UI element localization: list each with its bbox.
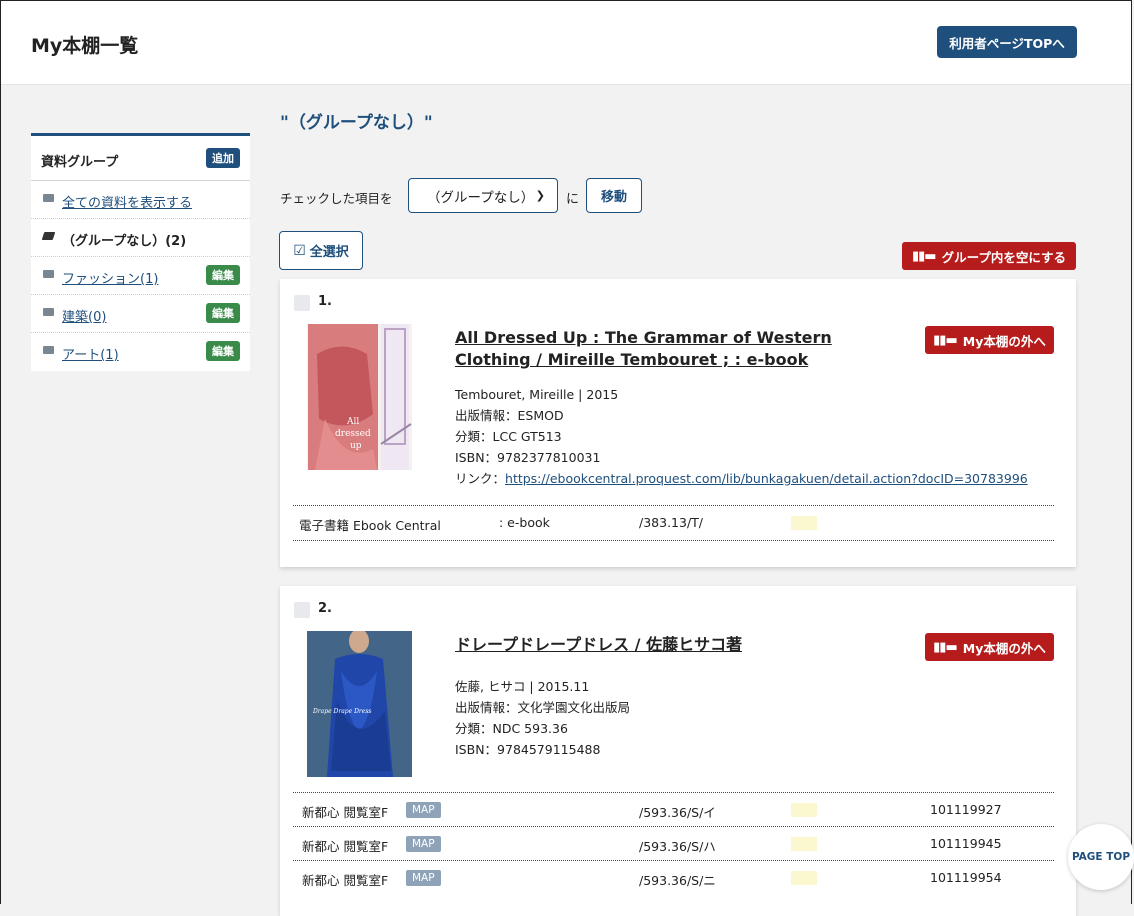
holding-status xyxy=(791,871,817,885)
holding-location: 新都心 閲覧室F xyxy=(302,839,389,854)
svg-text:Drape Drape Dress: Drape Drape Dress xyxy=(312,708,372,715)
link-prefix: リンク： xyxy=(455,471,506,486)
book-checkbox[interactable] xyxy=(294,295,310,311)
group-select[interactable]: （グループなし） ❯ xyxy=(408,178,558,213)
select-all-button[interactable]: ☑ 全選択 xyxy=(279,231,363,270)
sidebar-item-architecture[interactable]: 建築(0) 編集 xyxy=(31,295,250,333)
remove-label: My本棚の外へ xyxy=(962,640,1046,656)
holding-id: 101119945 xyxy=(930,836,1002,851)
book-classification: 分類：NDC 593.36 xyxy=(455,721,568,736)
book-title-link[interactable]: ドレープドレープドレス / 佐藤ヒサコ著 xyxy=(455,634,895,656)
book-link-row: リンク：https://ebookcentral.proquest.com/li… xyxy=(455,468,1028,489)
edit-group-button[interactable]: 編集 xyxy=(206,303,240,323)
add-group-button[interactable]: 追加 xyxy=(206,148,240,168)
folder-icon xyxy=(43,308,54,316)
move-button[interactable]: 移動 xyxy=(586,178,642,213)
group-title: "（グループなし）" xyxy=(280,113,433,133)
holding-status xyxy=(791,837,817,851)
holding-id: 101119954 xyxy=(930,870,1002,885)
book-classification: 分類：LCC GT513 xyxy=(455,429,562,444)
svg-text:dressed: dressed xyxy=(335,429,371,439)
book-cover-image: Drape Drape Dress xyxy=(307,631,412,777)
user-top-button[interactable]: 利用者ページTOPへ xyxy=(937,26,1077,58)
holding-status xyxy=(791,516,817,530)
holding-id: 101119927 xyxy=(930,802,1002,817)
holding-location: 新都心 閲覧室F xyxy=(302,873,389,888)
checkbox-icon: ☑ xyxy=(293,242,306,259)
book-title-link[interactable]: All Dressed Up : The Grammar of Western … xyxy=(455,327,895,371)
sidebar-item-all[interactable]: 全ての資料を表示する xyxy=(31,181,250,219)
book-publisher: 出版情報：文化学園文化出版局 xyxy=(455,700,631,715)
page-header: My本棚一覧 利用者ページTOPへ xyxy=(1,1,1131,85)
books-icon: ▮▮▬ xyxy=(933,332,958,348)
empty-group-label: グループ内を空にする xyxy=(941,249,1066,265)
book-publisher: 出版情報：ESMOD xyxy=(455,408,564,423)
folder-icon xyxy=(43,194,54,202)
sidebar-item-no-group: （グループなし）(2) xyxy=(31,219,250,257)
holding-location: 新都心 閲覧室F xyxy=(302,805,389,820)
books-icon: ▮▮▬ xyxy=(933,639,958,655)
ebook-link[interactable]: https://ebookcentral.proquest.com/lib/bu… xyxy=(505,471,1028,486)
move-particle: に xyxy=(566,192,580,207)
holding-call-number: /593.36/S/イ xyxy=(639,805,716,820)
svg-text:up: up xyxy=(350,441,362,451)
sidebar-heading: 資料グループ xyxy=(41,155,119,170)
book-number: 2. xyxy=(318,601,332,616)
holding-call-number: /383.13/T/ xyxy=(639,515,704,530)
move-label: チェックした項目を xyxy=(280,191,393,206)
edit-group-button[interactable]: 編集 xyxy=(206,341,240,361)
book-cover-image: All dressed up xyxy=(307,324,412,470)
sidebar-item-art[interactable]: アート(1) 編集 xyxy=(31,333,250,370)
book-number: 1. xyxy=(318,294,332,309)
holding-row: 新都心 閲覧室F MAP /593.36/S/イ 101119927 xyxy=(293,792,1054,827)
chevron-down-icon: ❯ xyxy=(535,189,545,202)
folder-icon xyxy=(43,270,54,278)
book-card: 1. All dressed up All Dressed Up : The G… xyxy=(280,279,1076,567)
holding-call-number: /593.36/S/ニ xyxy=(639,873,716,888)
book-author-year: 佐藤, ヒサコ | 2015.11 xyxy=(455,679,590,694)
books-icon: ▮▮▬ xyxy=(912,248,937,264)
book-checkbox[interactable] xyxy=(294,602,310,618)
book-card: 2. Drape Drape Dress ドレープドレープドレス / 佐藤ヒサコ… xyxy=(280,586,1076,916)
map-button[interactable]: MAP xyxy=(406,870,441,886)
select-all-label: 全選択 xyxy=(309,245,349,260)
map-button[interactable]: MAP xyxy=(406,836,441,852)
page-top-button[interactable]: PAGE TOP xyxy=(1068,824,1134,890)
group-sidebar: 資料グループ 追加 全ての資料を表示する （グループなし）(2) ファッション(… xyxy=(31,133,250,371)
sidebar-header: 資料グループ 追加 xyxy=(31,136,250,181)
remove-from-shelf-button[interactable]: ▮▮▬ My本棚の外へ xyxy=(925,326,1054,354)
holding-row: 新都心 閲覧室F MAP /593.36/S/ハ 101119945 xyxy=(293,826,1054,861)
map-button[interactable]: MAP xyxy=(406,802,441,818)
sidebar-item-label[interactable]: 建築(0) xyxy=(62,306,106,325)
svg-text:All: All xyxy=(346,417,359,427)
sidebar-item-fashion[interactable]: ファッション(1) 編集 xyxy=(31,257,250,295)
remove-label: My本棚の外へ xyxy=(962,333,1046,349)
book-author-year: Tembouret, Mireille | 2015 xyxy=(455,387,619,402)
holding-material: : e-book xyxy=(499,515,550,530)
group-select-value: （グループなし） xyxy=(427,189,535,206)
sidebar-item-label[interactable]: 全ての資料を表示する xyxy=(62,192,192,211)
sidebar-item-label[interactable]: アート(1) xyxy=(62,344,119,363)
holding-row: 新都心 閲覧室F MAP /593.36/S/ニ 101119954 xyxy=(293,860,1054,895)
book-isbn: ISBN：9782377810031 xyxy=(455,450,601,465)
empty-group-button[interactable]: ▮▮▬ グループ内を空にする xyxy=(902,242,1076,270)
holding-status xyxy=(791,803,817,817)
holding-call-number: /593.36/S/ハ xyxy=(639,839,716,854)
sidebar-item-label: （グループなし）(2) xyxy=(62,234,187,249)
folder-icon xyxy=(43,346,54,354)
folder-open-icon xyxy=(41,232,56,240)
page-title: My本棚一覧 xyxy=(31,35,139,57)
edit-group-button[interactable]: 編集 xyxy=(206,265,240,285)
remove-from-shelf-button[interactable]: ▮▮▬ My本棚の外へ xyxy=(925,633,1054,661)
holding-location: 電子書籍 Ebook Central xyxy=(299,518,441,533)
book-isbn: ISBN：9784579115488 xyxy=(455,742,601,757)
holding-row: 電子書籍 Ebook Central : e-book /383.13/T/ xyxy=(293,505,1054,541)
sidebar-item-label[interactable]: ファッション(1) xyxy=(62,268,158,287)
